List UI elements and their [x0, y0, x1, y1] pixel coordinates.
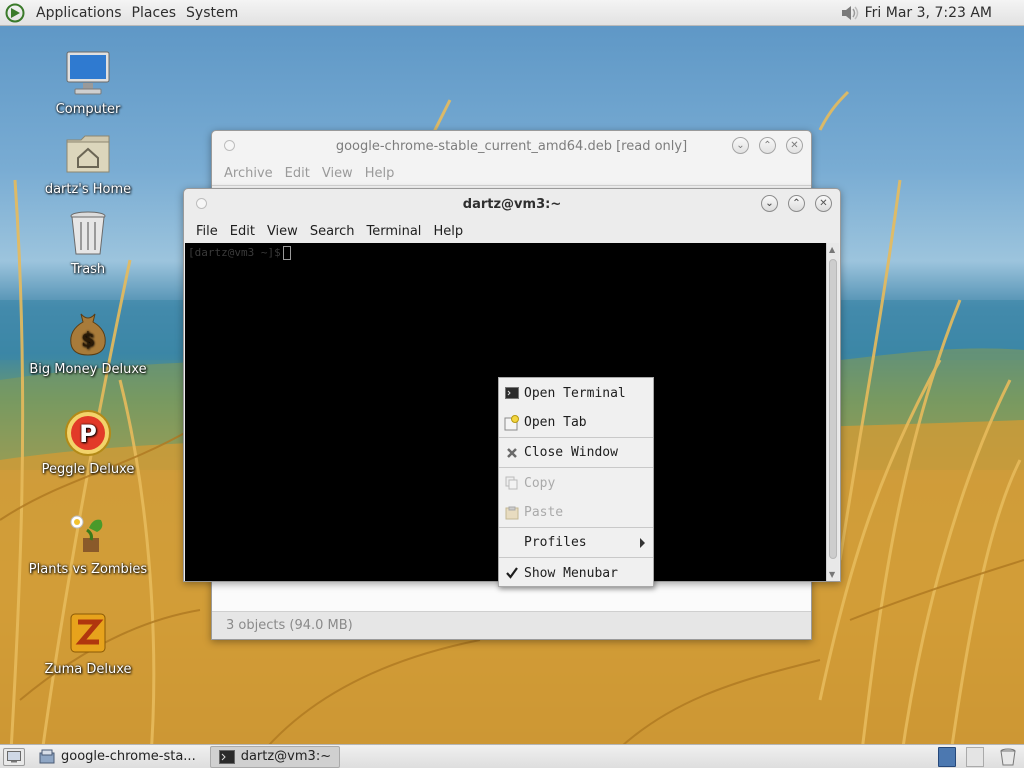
close-button[interactable]: ✕	[786, 137, 803, 154]
panel-tray: Fri Mar 3, 7:23 AM	[839, 0, 1024, 26]
desktop-icon-label: Zuma Deluxe	[44, 662, 132, 677]
system-menu[interactable]: System	[181, 5, 243, 21]
desktop-icon-trash[interactable]: Trash	[23, 208, 153, 277]
terminal-context-menu: Open Terminal Open Tab Close Window Copy…	[498, 377, 654, 587]
menu-item-profiles[interactable]: Profiles	[499, 528, 653, 558]
trash-icon	[70, 211, 106, 255]
desktop-icon	[7, 750, 21, 762]
menu-item-open-tab[interactable]: Open Tab	[499, 408, 653, 438]
plants-icon	[70, 515, 103, 552]
menu-terminal[interactable]: Terminal	[360, 224, 427, 239]
menu-help[interactable]: Help	[427, 224, 469, 239]
menu-view[interactable]: View	[316, 166, 359, 181]
scroll-up-icon[interactable]: ▲	[829, 245, 835, 254]
menu-file[interactable]: File	[190, 224, 224, 239]
desktop-icon-label: Big Money Deluxe	[29, 362, 147, 377]
archive-menubar: Archive Edit View Help	[212, 161, 811, 185]
menu-item-copy: Copy	[499, 468, 653, 498]
top-panel: Applications Places System Fri Mar 3, 7:…	[0, 0, 1024, 26]
close-icon	[504, 445, 520, 461]
peggle-icon: P	[65, 410, 111, 456]
menu-item-show-menubar[interactable]: Show Menubar	[499, 558, 653, 588]
menu-edit[interactable]: Edit	[224, 224, 261, 239]
archive-statusbar: 3 objects (94.0 MB)	[212, 611, 811, 639]
menu-search[interactable]: Search	[304, 224, 361, 239]
menu-item-paste: Paste	[499, 498, 653, 528]
chevron-up-icon: ⌃	[763, 139, 772, 151]
desktop-icon-home[interactable]: dartz's Home	[23, 128, 153, 197]
desktop-icon-zuma[interactable]: Zuma Deluxe	[23, 608, 153, 677]
svg-text:$: $	[81, 327, 95, 351]
terminal-prompt: [dartz@vm3 ~]$	[188, 246, 281, 259]
desktop-icon-computer[interactable]: Computer	[23, 48, 153, 117]
desktop-icon-label: Plants vs Zombies	[28, 562, 148, 577]
clock[interactable]: Fri Mar 3, 7:23 AM	[861, 5, 1024, 21]
chevron-down-icon: ⌄	[736, 139, 745, 151]
terminal-window-title: dartz@vm3:~	[462, 196, 562, 212]
terminal-icon	[504, 385, 520, 401]
scroll-down-icon[interactable]: ▼	[829, 570, 835, 579]
paste-icon	[504, 505, 520, 521]
menu-help[interactable]: Help	[359, 166, 401, 181]
desktop-icon-label: dartz's Home	[44, 182, 132, 197]
scrollbar-thumb[interactable]	[829, 259, 837, 559]
show-desktop-button[interactable]	[3, 747, 25, 766]
maximize-button[interactable]: ⌃	[759, 137, 776, 154]
menu-item-close-window[interactable]: Close Window	[499, 438, 653, 468]
taskbar-item-label: google-chrome-sta...	[61, 749, 196, 764]
distro-logo-icon[interactable]	[5, 3, 25, 23]
terminal-icon	[218, 749, 235, 764]
workspace-2[interactable]	[966, 747, 984, 767]
minimize-button[interactable]: ⌄	[761, 195, 778, 212]
archive-window-title: google-chrome-stable_current_amd64.deb […	[335, 138, 688, 154]
copy-icon	[504, 475, 520, 491]
svg-text:P: P	[79, 420, 97, 448]
trash-applet-icon[interactable]	[998, 747, 1018, 767]
terminal-cursor	[282, 246, 291, 260]
archive-status-text: 3 objects (94.0 MB)	[226, 618, 353, 633]
submenu-arrow-icon	[640, 538, 645, 548]
close-button[interactable]: ✕	[815, 195, 832, 212]
new-tab-icon	[504, 414, 520, 431]
maximize-button[interactable]: ⌃	[788, 195, 805, 212]
archive-manager-icon	[39, 749, 55, 763]
close-icon: ✕	[790, 139, 799, 151]
terminal-titlebar[interactable]: dartz@vm3:~ ⌄ ⌃ ✕	[184, 189, 840, 219]
desktop-icon-peggle[interactable]: P Peggle Deluxe	[23, 408, 153, 477]
money-bag-icon: $	[70, 313, 106, 356]
menu-archive[interactable]: Archive	[218, 166, 279, 181]
zuma-icon	[70, 613, 106, 653]
menu-edit[interactable]: Edit	[279, 166, 316, 181]
menu-view[interactable]: View	[261, 224, 304, 239]
window-menu-button[interactable]	[224, 140, 235, 151]
menu-item-open-terminal[interactable]: Open Terminal	[499, 378, 653, 408]
desktop-icon-plants-vs-zombies[interactable]: Plants vs Zombies	[23, 508, 153, 577]
minimize-button[interactable]: ⌄	[732, 137, 749, 154]
desktop-icon-label: Trash	[70, 262, 106, 277]
terminal-scrollbar[interactable]: ▲ ▼	[826, 243, 839, 581]
archive-titlebar[interactable]: google-chrome-stable_current_amd64.deb […	[212, 131, 811, 161]
applications-menu[interactable]: Applications	[31, 5, 127, 21]
close-icon: ✕	[819, 197, 828, 209]
workspace-1[interactable]	[938, 747, 956, 767]
desktop-icon-big-money[interactable]: $ Big Money Deluxe	[23, 308, 153, 377]
chevron-up-icon: ⌃	[792, 197, 801, 209]
chevron-down-icon: ⌄	[765, 197, 774, 209]
taskbar-item-archive[interactable]: google-chrome-sta...	[31, 746, 204, 768]
terminal-menubar: File Edit View Search Terminal Help	[184, 219, 840, 243]
places-menu[interactable]: Places	[127, 5, 182, 21]
computer-icon	[66, 51, 110, 95]
home-folder-icon	[66, 135, 110, 173]
desktop-icon-label: Peggle Deluxe	[41, 462, 135, 477]
volume-icon[interactable]	[839, 3, 861, 23]
taskbar-item-label: dartz@vm3:~	[240, 749, 332, 764]
desktop-icon-label: Computer	[55, 102, 121, 117]
window-menu-button[interactable]	[196, 198, 207, 209]
check-icon	[504, 565, 520, 581]
bottom-panel: google-chrome-sta... dartz@vm3:~	[0, 744, 1024, 768]
taskbar-item-terminal[interactable]: dartz@vm3:~	[209, 745, 341, 768]
